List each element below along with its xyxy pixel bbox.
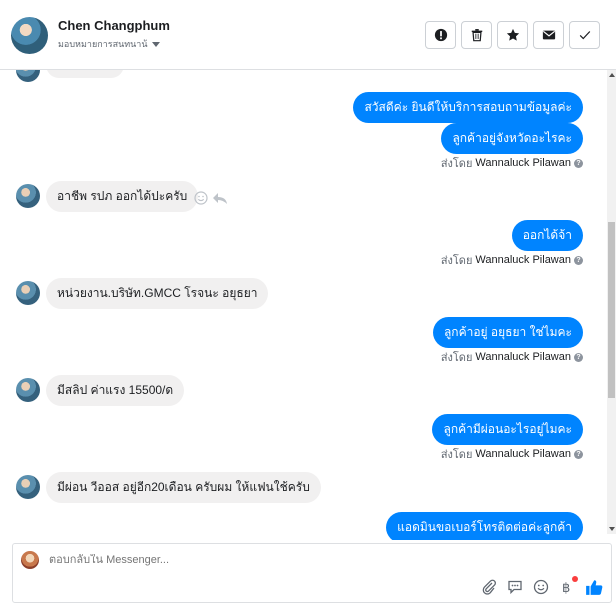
- reply-input[interactable]: [49, 554, 489, 566]
- sender-name: Wannaluck Pilawan: [475, 448, 571, 460]
- header-actions: [425, 21, 600, 49]
- delete-button[interactable]: [461, 21, 492, 49]
- composer-tools: ฿: [481, 576, 603, 596]
- contact-message-avatar: [16, 70, 40, 82]
- conversation-header: Chen Changphum มอบหมายการสนทนาน้: [0, 0, 616, 70]
- message-thread: สวัสดีค่ะ ยินดีให้บริการสอบถามข้อมูลค่ะ …: [0, 70, 607, 540]
- contact-message-avatar: [16, 475, 40, 499]
- help-icon[interactable]: ?: [574, 352, 583, 362]
- star-icon: [506, 28, 519, 41]
- contact-message-avatar: [16, 281, 40, 305]
- sent-by-label: ส่งโดย Wannaluck Pilawan ?: [441, 251, 583, 269]
- mark-unread-button[interactable]: [533, 21, 564, 49]
- scroll-up-arrow-icon[interactable]: [609, 73, 615, 77]
- sent-by-label: ส่งโดย Wannaluck Pilawan ?: [441, 348, 583, 366]
- contact-avatar[interactable]: [11, 17, 48, 54]
- notification-dot: [572, 576, 578, 582]
- message-bubble-outgoing: แอดมินขอเบอร์โทรติดต่อค่ะลูกค้า: [386, 512, 583, 540]
- message-bubble-outgoing: ออกได้จ้า: [511, 220, 583, 251]
- message-bubble-incoming: มีผ่อน วีออส อยู่อีก20เดือน ครับผม ให้แฟ…: [46, 472, 321, 503]
- emoji-icon[interactable]: [533, 579, 549, 595]
- sender-name: Wannaluck Pilawan: [475, 254, 571, 266]
- mark-done-button[interactable]: [569, 21, 600, 49]
- svg-text:฿: ฿: [562, 580, 570, 595]
- sender-name: Wannaluck Pilawan: [475, 157, 571, 169]
- contact-message-avatar: [16, 184, 40, 208]
- reply-icon[interactable]: [212, 191, 228, 205]
- contact-name[interactable]: Chen Changphum: [58, 18, 170, 33]
- mark-spam-button[interactable]: [425, 21, 456, 49]
- sender-name: Wannaluck Pilawan: [475, 351, 571, 363]
- message-bubble-outgoing: ลูกค้ามีผ่อนอะไรอยู่ไมคะ: [432, 414, 583, 445]
- contact-message-avatar: [16, 378, 40, 402]
- envelope-icon: [542, 30, 555, 40]
- caret-down-icon: [151, 41, 160, 47]
- sent-by-prefix: ส่งโดย: [440, 449, 473, 461]
- help-icon[interactable]: ?: [574, 158, 583, 168]
- reaction-smile-icon[interactable]: [194, 191, 208, 205]
- message-bubble-incoming: มีสลิป ค่าแรง 15500/ด: [46, 375, 185, 406]
- message-bubble-incoming: หน่วยงาน.บริษัท.GMCC โรจนะ อยุธยา: [46, 278, 269, 309]
- agent-avatar: [21, 551, 39, 569]
- scrollbar-thumb[interactable]: [608, 222, 615, 398]
- message-bubble-outgoing: ลูกค้าอยู่ อยุธยา ใช่ไมคะ: [432, 317, 583, 348]
- exclamation-icon: [434, 28, 447, 42]
- message-bubble-incoming: อาชีพ รปภ ออกได้ปะครับ: [46, 181, 199, 212]
- trash-icon: [471, 29, 482, 42]
- message-bubble-incoming-partial: [46, 70, 124, 78]
- scroll-down-arrow-icon[interactable]: [609, 527, 615, 531]
- thread-scrollbar[interactable]: [607, 70, 616, 534]
- help-icon[interactable]: ?: [574, 449, 583, 459]
- star-button[interactable]: [497, 21, 528, 49]
- message-bubble-outgoing: ลูกค้าอยู่จังหวัดอะไรคะ: [441, 123, 583, 154]
- paperclip-icon[interactable]: [481, 579, 497, 595]
- sent-by-label: ส่งโดย Wannaluck Pilawan ?: [441, 154, 583, 172]
- like-icon[interactable]: [585, 578, 603, 596]
- help-icon[interactable]: ?: [574, 255, 583, 265]
- sent-by-prefix: ส่งโดย: [440, 352, 473, 364]
- sent-by-prefix: ส่งโดย: [440, 255, 473, 267]
- sent-by-prefix: ส่งโดย: [440, 158, 473, 170]
- check-icon: [579, 31, 590, 40]
- assign-conversation-dropdown[interactable]: มอบหมายการสนทนาน้: [58, 37, 160, 51]
- assign-label: มอบหมายการสนทนาน้: [58, 39, 148, 49]
- payments-button[interactable]: ฿: [559, 576, 578, 595]
- saved-replies-icon[interactable]: [507, 579, 523, 595]
- reply-composer: ฿: [12, 543, 612, 603]
- message-bubble-outgoing: สวัสดีค่ะ ยินดีให้บริการสอบถามข้อมูลค่ะ: [353, 92, 583, 123]
- sent-by-label: ส่งโดย Wannaluck Pilawan ?: [441, 445, 583, 463]
